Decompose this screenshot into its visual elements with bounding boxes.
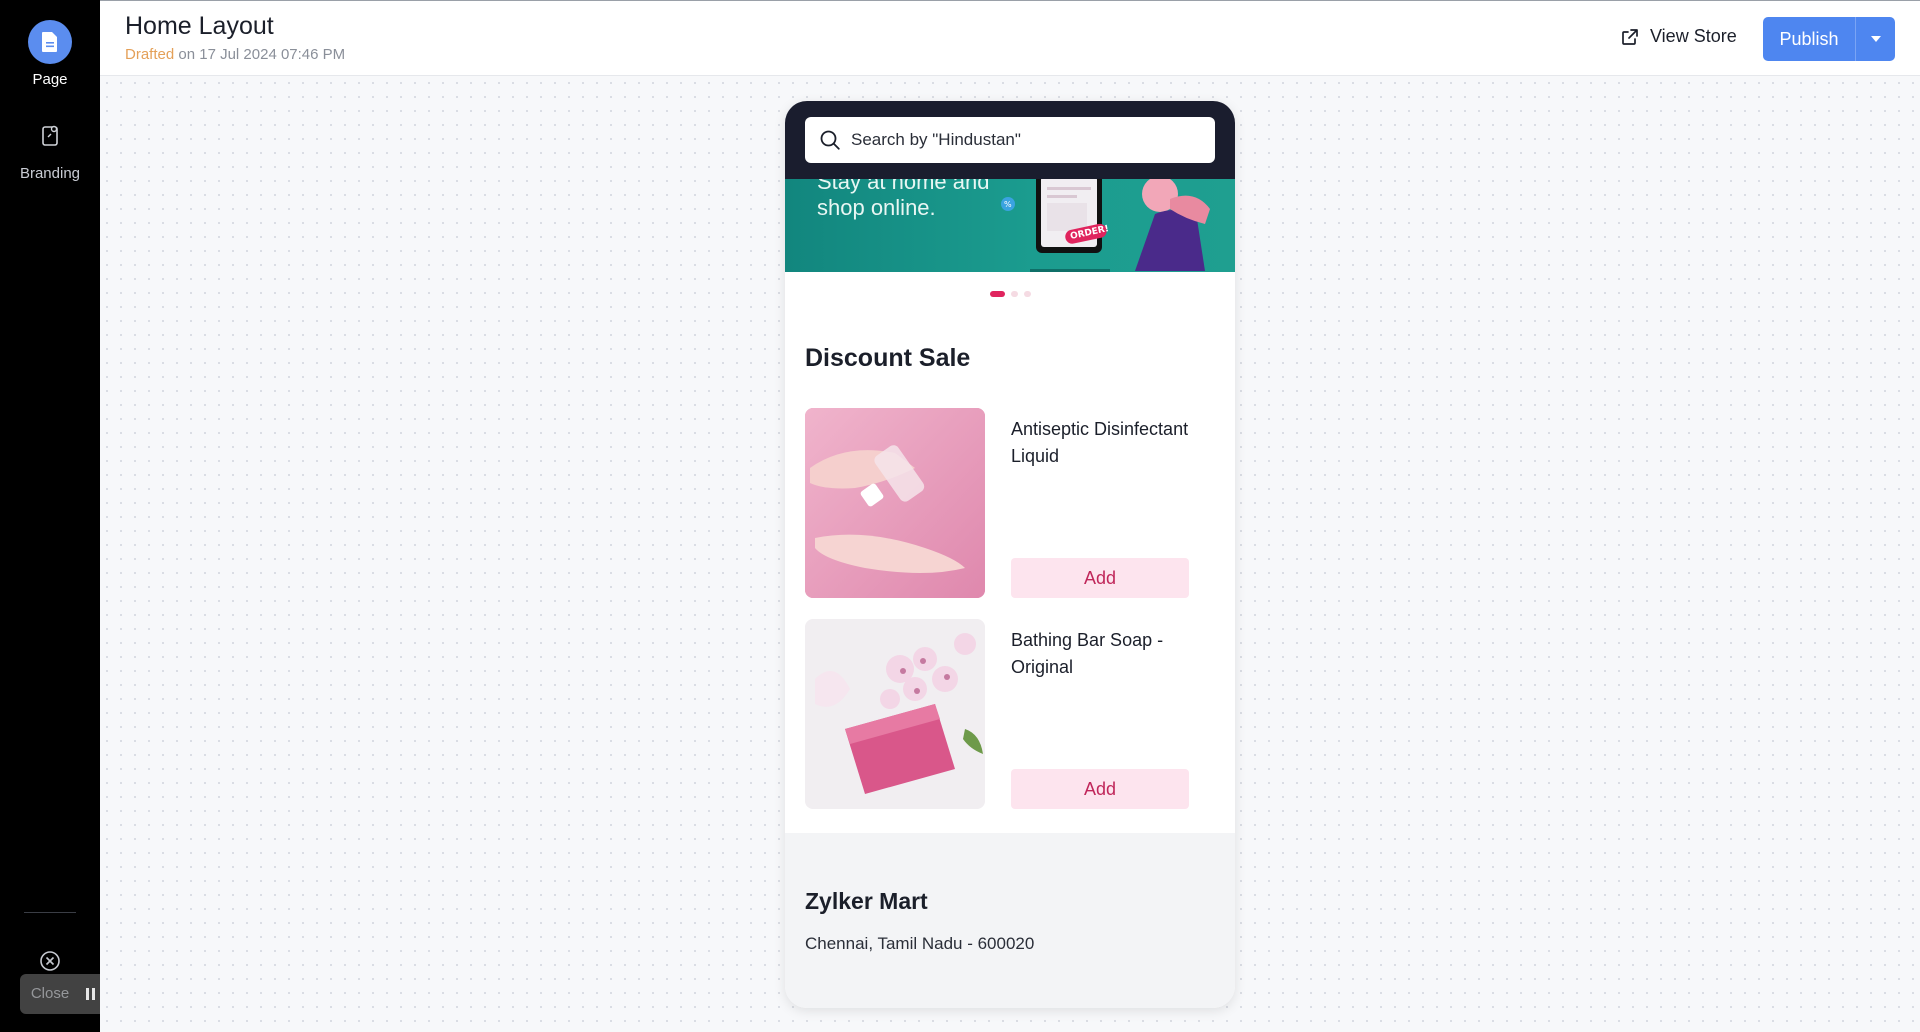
store-preview: Search by "Hindustan" Stay at home and s…: [785, 101, 1235, 1008]
page-title: Home Layout: [125, 12, 274, 40]
store-footer: Zylker Mart Chennai, Tamil Nadu - 600020: [785, 833, 1235, 1008]
close-icon: [40, 951, 60, 971]
product-card[interactable]: Bathing Bar Soap - Original Add: [805, 619, 1215, 809]
carousel-dot[interactable]: [1024, 291, 1031, 297]
product-card[interactable]: Antiseptic Disinfectant Liquid Add: [805, 408, 1215, 598]
pause-icon: [85, 988, 95, 1000]
svg-text:%: %: [1004, 200, 1012, 209]
carousel-dot[interactable]: [990, 291, 1005, 297]
search-icon: [820, 130, 840, 150]
draft-timestamp: on 17 Jul 2024 07:46 PM: [174, 46, 346, 63]
carousel-dot[interactable]: [1011, 291, 1018, 297]
preview-top-bar: Search by "Hindustan": [785, 101, 1235, 179]
publish-button-group: Publish: [1763, 17, 1895, 61]
sidebar-item-label: Page: [32, 71, 68, 88]
section-title: Discount Sale: [805, 344, 971, 372]
external-link-icon: [1622, 28, 1638, 45]
banner-illustration: %: [1001, 179, 1210, 272]
draft-status-word: Drafted: [125, 46, 175, 63]
left-sidebar: Page Branding Close: [0, 0, 158, 1032]
sidebar-item-branding[interactable]: Branding: [0, 114, 100, 182]
page-icon: [28, 20, 72, 64]
view-store-button[interactable]: View Store: [1620, 26, 1737, 47]
draft-status: Drafted on 17 Jul 2024 07:46 PM: [125, 46, 345, 63]
publish-button[interactable]: Publish: [1763, 17, 1855, 61]
product-image[interactable]: [805, 408, 985, 598]
search-input[interactable]: Search by "Hindustan": [805, 117, 1215, 163]
carousel-indicators: [990, 291, 1031, 297]
search-placeholder: Search by "Hindustan": [851, 130, 1021, 149]
sidebar-divider: [24, 912, 76, 913]
product-image[interactable]: [805, 619, 985, 809]
promo-banner[interactable]: Stay at home and shop online. % ORDER!: [785, 179, 1235, 272]
branding-icon: [28, 114, 72, 158]
view-store-label: View Store: [1650, 26, 1737, 46]
caret-down-icon: [1870, 36, 1881, 42]
product-name: Bathing Bar Soap - Original: [1011, 630, 1164, 677]
add-to-cart-button[interactable]: Add: [1011, 558, 1189, 598]
top-header: Home Layout Drafted on 17 Jul 2024 07:46…: [100, 0, 1920, 76]
store-name: Zylker Mart: [805, 888, 928, 914]
sidebar-item-page[interactable]: Page: [0, 20, 100, 88]
store-address: Chennai, Tamil Nadu - 600020: [805, 934, 1035, 953]
publish-options-button[interactable]: [1855, 17, 1895, 61]
sidebar-item-label: Branding: [19, 165, 81, 182]
add-to-cart-button[interactable]: Add: [1011, 769, 1189, 809]
product-name: Antiseptic Disinfectant Liquid: [1011, 419, 1189, 466]
